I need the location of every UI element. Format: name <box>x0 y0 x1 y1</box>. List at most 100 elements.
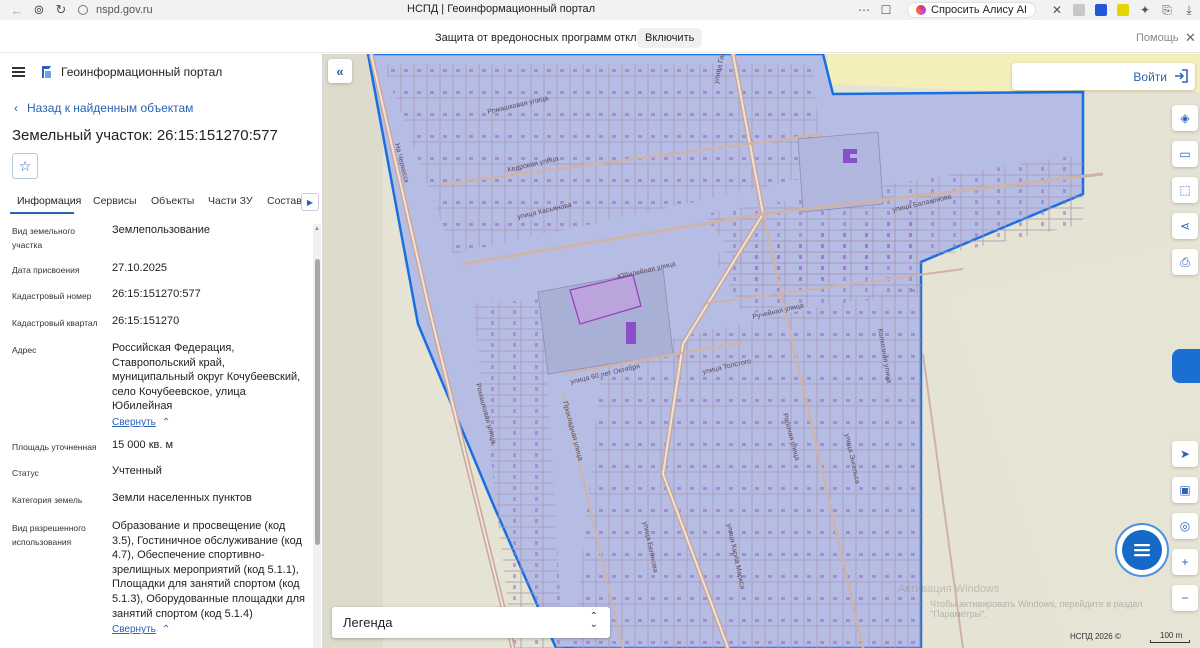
collapse-link[interactable]: Свернуть ⌃ <box>112 623 308 638</box>
scroll-up-arrow-icon[interactable]: ▲ <box>314 226 320 232</box>
field-label: Площадь уточненная <box>12 442 97 452</box>
protection-text: Защита от вредоносных программ отключена <box>435 32 669 44</box>
login-label: Войти <box>1133 70 1167 84</box>
back-arrow-icon[interactable]: ← <box>6 0 28 20</box>
extension-icon[interactable] <box>1112 0 1134 20</box>
field-label: Дата присвоения <box>12 265 80 275</box>
tabs-scroll-right-button[interactable]: ▶ <box>301 193 319 211</box>
bookmark-icon[interactable]: ☐ <box>875 0 897 20</box>
login-icon <box>1175 69 1188 83</box>
yandex-icon[interactable]: ⊚ <box>28 0 50 20</box>
field-value: Землепользование <box>112 224 211 236</box>
download-icon[interactable]: ⤓ <box>1178 0 1200 20</box>
field-label: Статус <box>12 468 39 478</box>
map-layer: Ромашковая улица Кедровая улица улица Ка… <box>323 54 1200 648</box>
enable-protection-button[interactable]: Включить <box>637 28 703 48</box>
chevron-up-icon: ⌃ <box>161 416 171 428</box>
chevron-left-icon: ‹ <box>14 101 18 115</box>
field-value: Земли населенных пунктов <box>112 492 252 504</box>
field-label: Категория земель <box>12 495 83 505</box>
protection-help-link[interactable]: Помощь <box>1136 32 1179 44</box>
legend-dropdown[interactable]: Легенда ⌃ ⌄ <box>332 607 610 638</box>
address-bar[interactable]: nspd.gov.ru <box>78 0 358 20</box>
protection-notice-bar: Защита от вредоносных программ отключена… <box>0 20 1200 53</box>
collapse-label: Свернуть <box>112 624 156 636</box>
field-area-west <box>323 54 383 648</box>
back-to-results-link[interactable]: ‹ Назад к найденным объектам <box>14 101 193 115</box>
measure-button[interactable]: ▭ <box>1172 141 1198 167</box>
portal-logo-icon <box>42 66 51 78</box>
select-area-button[interactable]: ⬚ <box>1172 177 1198 203</box>
scale-bar <box>1150 640 1190 643</box>
collapse-panel-button[interactable]: « <box>328 59 352 83</box>
ruler-icon: ▭ <box>1179 147 1191 161</box>
legend-label: Легенда <box>343 615 393 630</box>
field-value: Российская Федерация, Ставропольский кра… <box>112 342 301 413</box>
alice-button[interactable]: Спросить Алису AI <box>907 2 1036 18</box>
url-text: nspd.gov.ru <box>96 4 153 16</box>
address-value: Российская Федерация, Ставропольский кра… <box>112 341 308 431</box>
plus-icon: + <box>1181 555 1189 569</box>
scale-label: 100 m <box>1160 631 1183 640</box>
select-area-icon: ⬚ <box>1179 183 1191 197</box>
collapse-label: Свернуть <box>112 416 156 428</box>
locate-button[interactable]: ➤ <box>1172 441 1198 467</box>
panel-tabs: Информация Сервисы Объекты Части ЗУ Сост… <box>0 191 322 215</box>
windows-watermark-text: Чтобы активировать Windows, перейдите в … <box>930 599 1143 619</box>
share-icon: ⋖ <box>1179 219 1191 233</box>
tab-information[interactable]: Информация <box>17 195 81 207</box>
minimap-icon: ▣ <box>1179 483 1191 497</box>
tab-objects[interactable]: Объекты <box>151 195 194 207</box>
tab-services[interactable]: Сервисы <box>93 195 137 207</box>
browser-right-tools: ⋯ ☐ Спросить Алису AI ✕ ✦ ⎘ ⤓ <box>853 0 1200 20</box>
windows-watermark-title: Активация Windows <box>898 583 1000 595</box>
tab-composition[interactable]: Состав <box>267 195 302 207</box>
field-value: 26:15:151270 <box>112 315 180 327</box>
star-icon: ☆ <box>18 157 32 174</box>
active-tab-indicator <box>10 212 74 214</box>
extension-icon[interactable] <box>1068 0 1090 20</box>
chevron-up-icon: ⌃ <box>161 624 171 636</box>
menu-icon[interactable] <box>12 67 25 77</box>
panel-scrollbar-thumb[interactable] <box>315 259 320 545</box>
favorite-button[interactable]: ☆ <box>12 153 38 179</box>
field-value: Учтенный <box>112 465 162 477</box>
assistant-tab-button[interactable] <box>1172 349 1200 383</box>
copyright-text: НСПД 2026 © <box>1070 632 1121 641</box>
field-label: Адрес <box>12 345 37 355</box>
reload-icon[interactable]: ↻ <box>50 0 72 20</box>
tab-parts[interactable]: Части ЗУ <box>208 195 253 207</box>
portal-title: Геоинформационный портал <box>61 65 223 79</box>
back-link-label: Назад к найденным объектам <box>27 101 194 115</box>
collapse-link[interactable]: Свернуть ⌃ <box>112 416 308 431</box>
browser-toolbar: ← ⊚ ↻ nspd.gov.ru НСПД | Геоинформационн… <box>0 0 1200 20</box>
site-info-icon[interactable] <box>78 5 88 15</box>
more-icon[interactable]: ⋯ <box>853 0 875 20</box>
field-value: 26:15:151270:577 <box>112 288 201 300</box>
location-search-icon: ◎ <box>1179 519 1191 533</box>
search-location-button[interactable]: ◎ <box>1172 513 1198 539</box>
extension-icon[interactable] <box>1090 0 1112 20</box>
field-label: Вид разрешенного использования <box>12 523 86 547</box>
building <box>626 322 636 344</box>
layers-icon: ◈ <box>1180 111 1190 125</box>
chat-fab-button[interactable] <box>1122 530 1162 570</box>
share-button[interactable]: ⋖ <box>1172 213 1198 239</box>
puzzle-icon[interactable]: ✦ <box>1134 0 1156 20</box>
tools-icon[interactable]: ✕ <box>1046 0 1068 20</box>
print-button[interactable]: ⎙ <box>1172 249 1198 275</box>
zoom-in-button[interactable]: + <box>1172 549 1198 575</box>
panel-header: Геоинформационный портал <box>0 54 322 90</box>
alice-icon <box>916 5 927 15</box>
alice-label: Спросить Алису AI <box>931 4 1027 16</box>
login-button[interactable]: Войти <box>1012 63 1195 90</box>
layers-button[interactable]: ◈ <box>1172 105 1198 131</box>
field-value: 27.10.2025 <box>112 262 168 274</box>
printer-icon: ⎙ <box>1180 254 1190 269</box>
share-icon[interactable]: ⎘ <box>1156 0 1178 20</box>
minimap-button[interactable]: ▣ <box>1172 477 1198 503</box>
field-label: Кадастровый номер <box>12 291 92 301</box>
map-canvas[interactable]: Ромашковая улица Кедровая улица улица Ка… <box>323 54 1200 648</box>
close-icon[interactable]: ✕ <box>1185 30 1196 46</box>
info-panel: Геоинформационный портал ‹ Назад к найден… <box>0 54 323 648</box>
